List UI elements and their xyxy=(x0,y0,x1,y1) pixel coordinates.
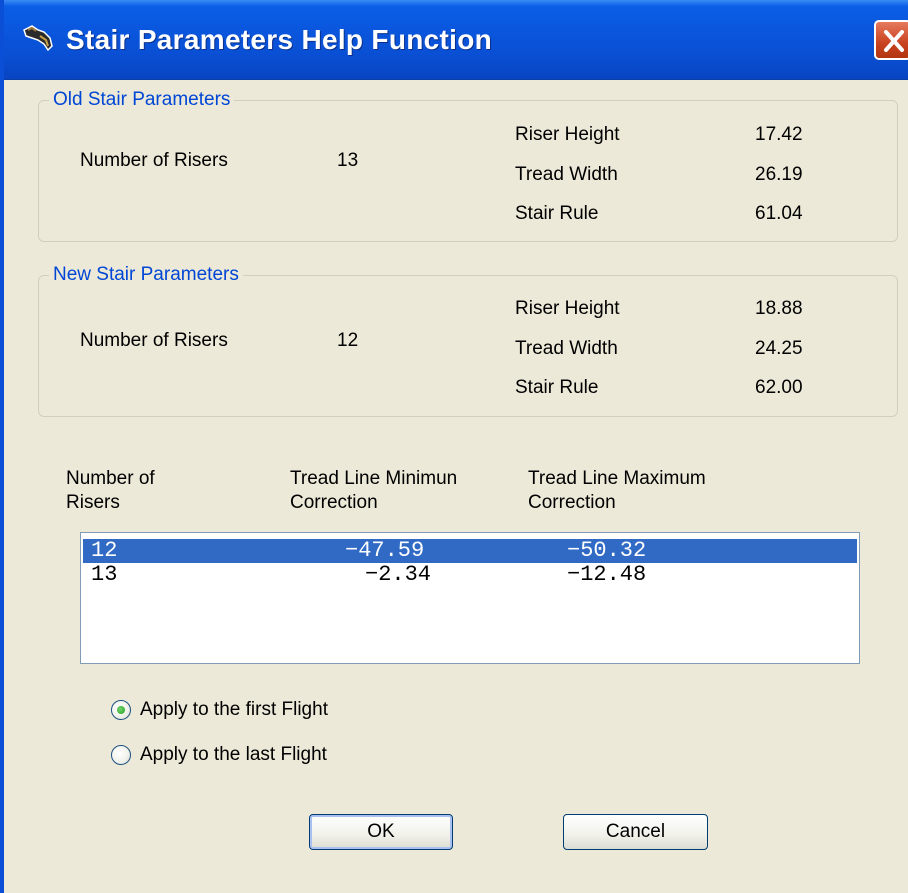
col-header-min-line2: Correction xyxy=(290,492,378,513)
new-riser-height-label: Riser Height xyxy=(515,298,620,319)
old-risers-label: Number of Risers xyxy=(80,150,228,171)
new-risers-label: Number of Risers xyxy=(80,330,228,351)
corrections-listbox[interactable]: 12 −47.59 −50.32 13 −2.34 −12.48 xyxy=(80,532,860,664)
new-risers-value: 12 xyxy=(337,330,359,351)
col-header-risers-line1: Number of xyxy=(66,468,155,489)
ok-button[interactable]: OK xyxy=(309,814,453,850)
old-stair-rule-label: Stair Rule xyxy=(515,203,599,224)
old-riser-height-value: 17.42 xyxy=(755,124,803,145)
last-flight-radio[interactable] xyxy=(111,745,131,765)
old-tread-width-label: Tread Width xyxy=(515,164,618,185)
first-flight-radio[interactable] xyxy=(111,700,131,720)
row-min-correction: −2.34 xyxy=(365,562,432,587)
close-icon xyxy=(884,30,904,52)
col-header-max-line2: Correction xyxy=(528,492,616,513)
new-tread-width-label: Tread Width xyxy=(515,338,618,359)
new-stair-rule-value: 62.00 xyxy=(755,377,803,398)
old-riser-height-label: Riser Height xyxy=(515,124,620,145)
new-params-legend: New Stair Parameters xyxy=(49,264,243,286)
col-header-max-line1: Tread Line Maximum xyxy=(528,468,706,489)
old-tread-width-value: 26.19 xyxy=(755,164,803,185)
row-max-correction: −12.48 xyxy=(567,562,647,587)
col-header-risers-line2: Risers xyxy=(66,492,120,513)
row-risers: 13 xyxy=(91,562,118,587)
old-stair-rule-value: 61.04 xyxy=(755,203,803,224)
table-row[interactable]: 12 −47.59 −50.32 xyxy=(83,539,857,563)
close-button[interactable] xyxy=(874,20,908,60)
stair-tool-icon xyxy=(22,22,60,56)
new-riser-height-value: 18.88 xyxy=(755,298,803,319)
new-stair-rule-label: Stair Rule xyxy=(515,377,599,398)
window-title: Stair Parameters Help Function xyxy=(66,24,493,55)
row-max-correction: −50.32 xyxy=(567,538,647,563)
row-min-correction: −47.59 xyxy=(345,538,425,563)
first-flight-label[interactable]: Apply to the first Flight xyxy=(140,699,328,721)
col-header-min-line1: Tread Line Minimun xyxy=(290,468,458,489)
cancel-button[interactable]: Cancel xyxy=(563,814,708,850)
last-flight-label[interactable]: Apply to the last Flight xyxy=(140,744,327,766)
title-bar[interactable]: Stair Parameters Help Function xyxy=(4,0,908,80)
old-risers-value: 13 xyxy=(337,150,359,171)
new-tread-width-value: 24.25 xyxy=(755,338,803,359)
radio-selected-dot xyxy=(117,706,125,714)
table-row[interactable]: 13 −2.34 −12.48 xyxy=(83,563,857,587)
stair-parameters-dialog: Stair Parameters Help Function Old Stair… xyxy=(0,0,908,893)
old-params-legend: Old Stair Parameters xyxy=(49,89,235,111)
row-risers: 12 xyxy=(91,538,118,563)
